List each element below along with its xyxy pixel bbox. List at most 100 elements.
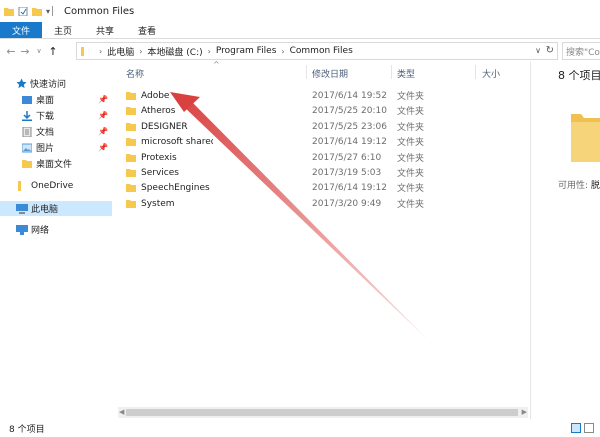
view-switcher (571, 423, 594, 433)
forward-arrow-icon[interactable]: → (18, 42, 32, 60)
chevron-right-icon[interactable]: › (139, 47, 142, 56)
column-header-size[interactable]: 大小 (482, 67, 500, 80)
onedrive-icon (18, 180, 21, 191)
file-row[interactable]: Atheros 2017/5/25 20:10 文件夹 (122, 103, 522, 118)
recent-dropdown-icon[interactable]: ∨ (32, 42, 46, 60)
scroll-left-icon[interactable]: ◀ (119, 408, 124, 416)
breadcrumb-local-disk[interactable]: 本地磁盘 (C:) (147, 45, 202, 58)
nav-quick-access[interactable]: 快速访问 (0, 76, 112, 91)
breadcrumb-this-pc[interactable]: 此电脑 (107, 45, 134, 58)
folder-icon (126, 123, 136, 131)
tab-file[interactable]: 文件 (0, 22, 43, 38)
file-name: SpeechEngines (141, 182, 210, 193)
nav-network[interactable]: 网络 (0, 222, 112, 237)
column-header-date[interactable]: 修改日期 (312, 67, 348, 80)
file-date: 2017/3/19 5:03 (312, 167, 382, 178)
up-arrow-icon[interactable]: ↑ (46, 42, 60, 60)
tab-share[interactable]: 共享 (84, 22, 126, 38)
folder-icon (126, 169, 136, 177)
properties-icon[interactable] (18, 6, 28, 16)
scroll-right-icon[interactable]: ▶ (522, 408, 527, 416)
new-folder-icon[interactable] (32, 7, 42, 16)
file-row[interactable]: Services 2017/3/19 5:03 文件夹 (122, 165, 522, 180)
column-divider[interactable] (391, 65, 392, 79)
tab-view[interactable]: 查看 (126, 22, 168, 38)
file-row[interactable]: DESIGNER 2017/5/25 23:06 文件夹 (122, 119, 522, 134)
pictures-icon (22, 143, 32, 152)
file-type: 文件夹 (397, 92, 425, 102)
nav-onedrive[interactable]: OneDrive (0, 178, 112, 193)
pin-icon[interactable]: 📌 (98, 127, 108, 136)
folder-icon (22, 159, 32, 168)
chevron-down-icon[interactable]: ∨ (535, 46, 541, 55)
address-bar[interactable]: › 此电脑 › 本地磁盘 (C:) › Program Files › Comm… (76, 42, 558, 60)
chevron-right-icon[interactable]: › (99, 47, 102, 56)
availability-value: 脱 (590, 181, 600, 191)
details-view-icon[interactable] (571, 423, 581, 433)
nav-item-pictures[interactable]: 图片 📌 (0, 140, 112, 155)
file-type: 文件夹 (397, 200, 425, 210)
file-date: 2017/5/27 6:10 (312, 152, 382, 163)
chevron-right-icon[interactable]: › (281, 47, 284, 56)
large-folder-icon (571, 114, 600, 162)
column-divider[interactable] (306, 65, 307, 79)
file-name: DESIGNER (141, 121, 188, 132)
pin-icon[interactable]: 📌 (98, 143, 108, 152)
file-name: Atheros (141, 105, 176, 116)
download-icon (22, 110, 32, 121)
address-row: ← → ∨ ↑ › 此电脑 › 本地磁盘 (C:) › Program File… (0, 40, 600, 62)
file-name: microsoft shared (141, 136, 213, 147)
nav-item-label: 下载 (36, 112, 55, 122)
pin-icon[interactable]: 📌 (98, 95, 108, 104)
network-icon (16, 224, 28, 235)
folder-icon (126, 92, 136, 100)
nav-onedrive-label: OneDrive (31, 180, 74, 191)
nav-item-label: 图片 (36, 144, 55, 154)
nav-item-label: 桌面文件 (36, 160, 73, 170)
tab-home[interactable]: 主页 (42, 22, 84, 38)
navigation-pane: 快速访问 桌面 📌 下载 📌 文档 📌 图片 📌 桌面文件 OneDrive 此… (0, 62, 116, 419)
scrollbar-thumb[interactable] (126, 409, 518, 416)
file-row[interactable]: microsoft shared 2017/6/14 19:12 文件夹 (122, 134, 522, 149)
nav-item-documents[interactable]: 文档 📌 (0, 124, 112, 139)
search-input[interactable]: 搜索"Co (562, 42, 600, 60)
file-type: 文件夹 (397, 184, 425, 194)
file-type: 文件夹 (397, 123, 425, 133)
large-icons-view-icon[interactable] (584, 423, 594, 433)
file-type: 文件夹 (397, 154, 425, 164)
breadcrumb-common-files[interactable]: Common Files (290, 46, 353, 56)
file-row[interactable]: Adobe 2017/6/14 19:52 文件夹 (122, 88, 522, 103)
folder-icon (126, 184, 136, 192)
file-row[interactable]: Protexis 2017/5/27 6:10 文件夹 (122, 150, 522, 165)
file-row[interactable]: SpeechEngines 2017/6/14 19:12 文件夹 (122, 180, 522, 195)
ribbon-tabs: 文件 主页 共享 查看 (0, 22, 600, 39)
nav-this-pc[interactable]: 此电脑 (0, 201, 112, 216)
pin-icon[interactable]: 📌 (98, 111, 108, 120)
file-name: System (141, 198, 175, 209)
file-date: 2017/3/20 9:49 (312, 198, 382, 209)
file-name: Protexis (141, 152, 177, 163)
nav-item-downloads[interactable]: 下载 📌 (0, 108, 112, 123)
computer-icon (16, 203, 28, 214)
divider (52, 6, 54, 16)
back-arrow-icon[interactable]: ← (4, 42, 18, 60)
refresh-icon[interactable]: ↻ (546, 45, 554, 56)
column-header-type[interactable]: 类型 (397, 67, 415, 80)
availability-label: 可用性: (558, 181, 589, 191)
chevron-right-icon[interactable]: › (208, 47, 211, 56)
nav-item-desktop[interactable]: 桌面 📌 (0, 92, 112, 107)
status-bar: 8 个项目 (0, 419, 600, 437)
horizontal-scrollbar[interactable]: ◀ ▶ (118, 407, 528, 418)
qat-dropdown-icon[interactable]: ▾ (46, 7, 50, 16)
breadcrumb-program-files[interactable]: Program Files (216, 46, 277, 56)
status-item-count: 8 个项目 (9, 424, 45, 435)
file-row[interactable]: System 2017/3/20 9:49 文件夹 (122, 196, 522, 211)
column-header-name[interactable]: 名称 (126, 67, 144, 80)
file-date: 2017/6/14 19:52 (312, 90, 387, 101)
file-date: 2017/6/14 19:12 (312, 182, 387, 193)
folder-icon (126, 138, 136, 146)
file-name: Adobe (141, 90, 170, 101)
file-name: Services (141, 167, 179, 178)
column-divider[interactable] (475, 65, 476, 79)
nav-item-desktop-files[interactable]: 桌面文件 (0, 156, 112, 171)
